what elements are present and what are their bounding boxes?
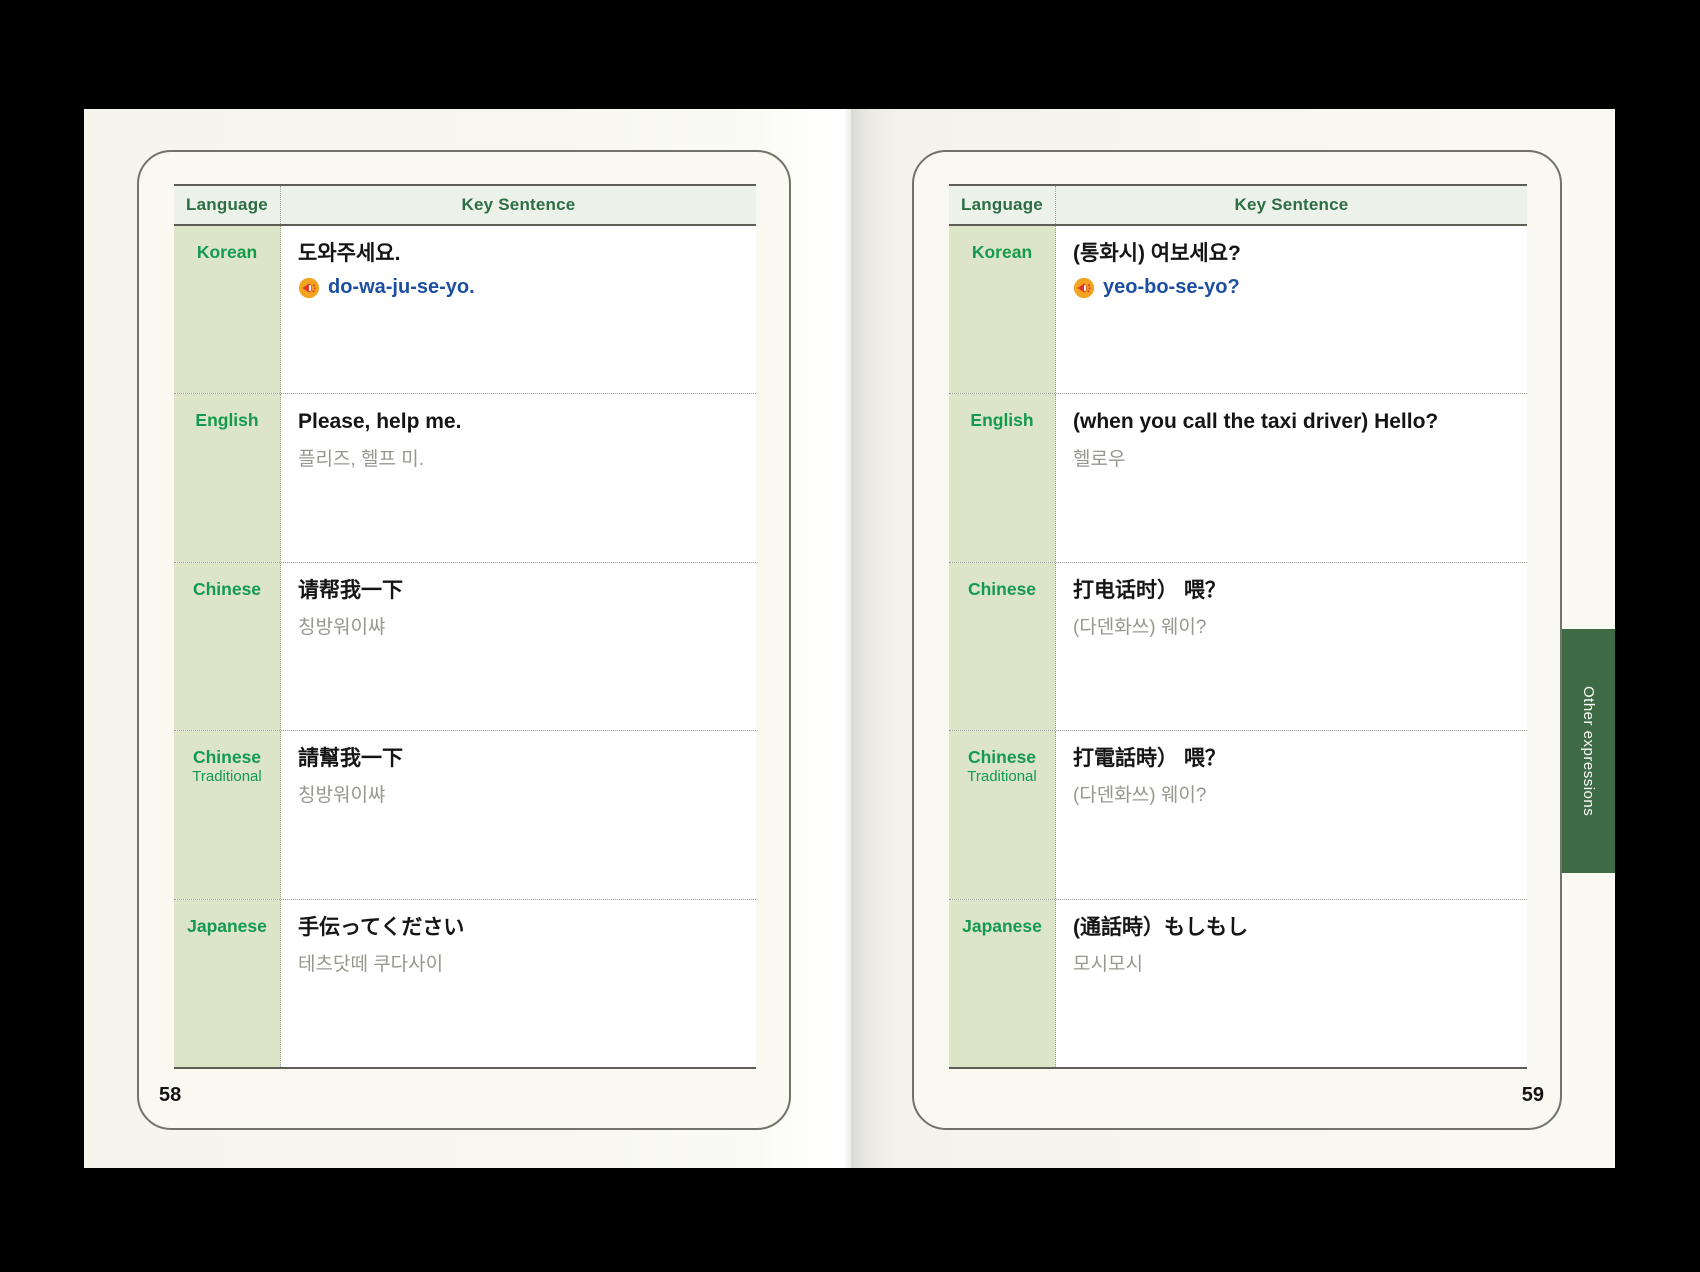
key-sentence: 请帮我一下 xyxy=(298,578,403,602)
table-row-chinese: Chinese 请帮我一下 칭방워이쌰 xyxy=(174,561,756,731)
phonetic-text: 테츠닷떼 쿠다사이 xyxy=(298,953,444,975)
table-row-japanese: Japanese 手伝ってください 테츠닷떼 쿠다사이 xyxy=(174,898,756,1067)
phrase-card-left: Language Key Sentence Korean 도와주세요. do-w… xyxy=(137,150,791,1130)
romanization-text: yeo-bo-se-yo? xyxy=(1103,276,1240,299)
key-sentence: (通話時）もしもし xyxy=(1073,915,1248,939)
phonetic-text: 모시모시 xyxy=(1073,953,1143,975)
book-spread: Language Key Sentence Korean 도와주세요. do-w… xyxy=(0,0,1700,1272)
table-row-japanese: Japanese (通話時）もしもし 모시모시 xyxy=(949,898,1527,1067)
table-row-english: English Please, help me. 플리즈, 헬프 미. xyxy=(174,393,756,562)
romanization-line: do-wa-ju-se-yo. xyxy=(298,276,740,299)
table-header-row: Language Key Sentence xyxy=(174,184,756,226)
table-row-chinese-traditional: Chinese Traditional 打電話時） 喂？ (다덴화쓰) 웨이? xyxy=(949,730,1527,899)
page-left: Language Key Sentence Korean 도와주세요. do-w… xyxy=(84,109,851,1168)
column-header-key-sentence: Key Sentence xyxy=(461,195,576,214)
table-header-row: Language Key Sentence xyxy=(949,184,1527,226)
phonetic-text: (다덴화쓰) 웨이? xyxy=(1073,617,1207,639)
megaphone-icon xyxy=(1073,277,1095,299)
language-label: Chinese xyxy=(967,747,1037,768)
column-header-key-sentence: Key Sentence xyxy=(1234,195,1349,214)
phrase-table-left: Language Key Sentence Korean 도와주세요. do-w… xyxy=(174,184,756,1069)
phonetic-text: (다덴화쓰) 웨이? xyxy=(1073,785,1207,807)
phonetic-text: 헬로우 xyxy=(1073,448,1126,470)
phrase-card-right: Language Key Sentence Korean (통화시) 여보세요? xyxy=(912,150,1562,1130)
language-label: Japanese xyxy=(187,915,267,936)
key-sentence: Please, help me. xyxy=(298,410,462,434)
language-label: Chinese xyxy=(967,578,1037,599)
section-tab-other-expressions: Other expressions xyxy=(1562,629,1615,873)
open-book-paper: Language Key Sentence Korean 도와주세요. do-w… xyxy=(84,109,1615,1168)
column-header-language: Language xyxy=(174,186,281,224)
key-sentence: 請幫我一下 xyxy=(298,747,403,771)
romanization-line: yeo-bo-se-yo? xyxy=(1073,276,1511,299)
page-right: Language Key Sentence Korean (통화시) 여보세요? xyxy=(851,109,1615,1168)
phonetic-text: 칭방워이쌰 xyxy=(298,785,386,807)
key-sentence: 打电话时） 喂？ xyxy=(1073,578,1226,602)
key-sentence: 도와주세요. xyxy=(298,242,401,265)
romanization-text: do-wa-ju-se-yo. xyxy=(328,276,475,299)
table-row-english: English (when you call the taxi driver) … xyxy=(949,393,1527,562)
page-number: 59 xyxy=(1521,1084,1544,1106)
phrase-table-right: Language Key Sentence Korean (통화시) 여보세요? xyxy=(949,184,1527,1069)
language-label: Korean xyxy=(196,242,258,262)
column-header-language: Language xyxy=(949,186,1056,224)
table-row-chinese: Chinese 打电话时） 喂？ (다덴화쓰) 웨이? xyxy=(949,561,1527,731)
key-sentence: (when you call the taxi driver) Hello? xyxy=(1073,410,1439,434)
language-label: English xyxy=(195,410,259,431)
table-row-chinese-traditional: Chinese Traditional 請幫我一下 칭방워이쌰 xyxy=(174,730,756,899)
page-number: 58 xyxy=(159,1084,182,1106)
table-body: Korean 도와주세요. do-wa-ju-se-yo. English Pl… xyxy=(174,226,756,1069)
table-row-korean: Korean 도와주세요. do-wa-ju-se-yo. xyxy=(174,226,756,394)
language-label: English xyxy=(970,410,1034,431)
language-label: Korean xyxy=(971,242,1033,262)
language-label: Chinese xyxy=(192,578,262,599)
megaphone-icon xyxy=(298,277,320,299)
language-sublabel: Traditional xyxy=(967,768,1037,786)
table-body: Korean (통화시) 여보세요? yeo-bo-se-yo? English… xyxy=(949,226,1527,1069)
key-sentence: (통화시) 여보세요? xyxy=(1073,242,1241,265)
phonetic-text: 칭방워이쌰 xyxy=(298,617,386,639)
key-sentence: 手伝ってください xyxy=(298,915,465,939)
phonetic-text: 플리즈, 헬프 미. xyxy=(298,448,424,470)
table-row-korean: Korean (통화시) 여보세요? yeo-bo-se-yo? xyxy=(949,226,1527,394)
language-sublabel: Traditional xyxy=(192,768,262,786)
key-sentence: 打電話時） 喂？ xyxy=(1073,747,1226,771)
language-label: Chinese xyxy=(192,747,262,768)
section-tab-label: Other expressions xyxy=(1580,685,1597,817)
language-label: Japanese xyxy=(962,915,1042,936)
